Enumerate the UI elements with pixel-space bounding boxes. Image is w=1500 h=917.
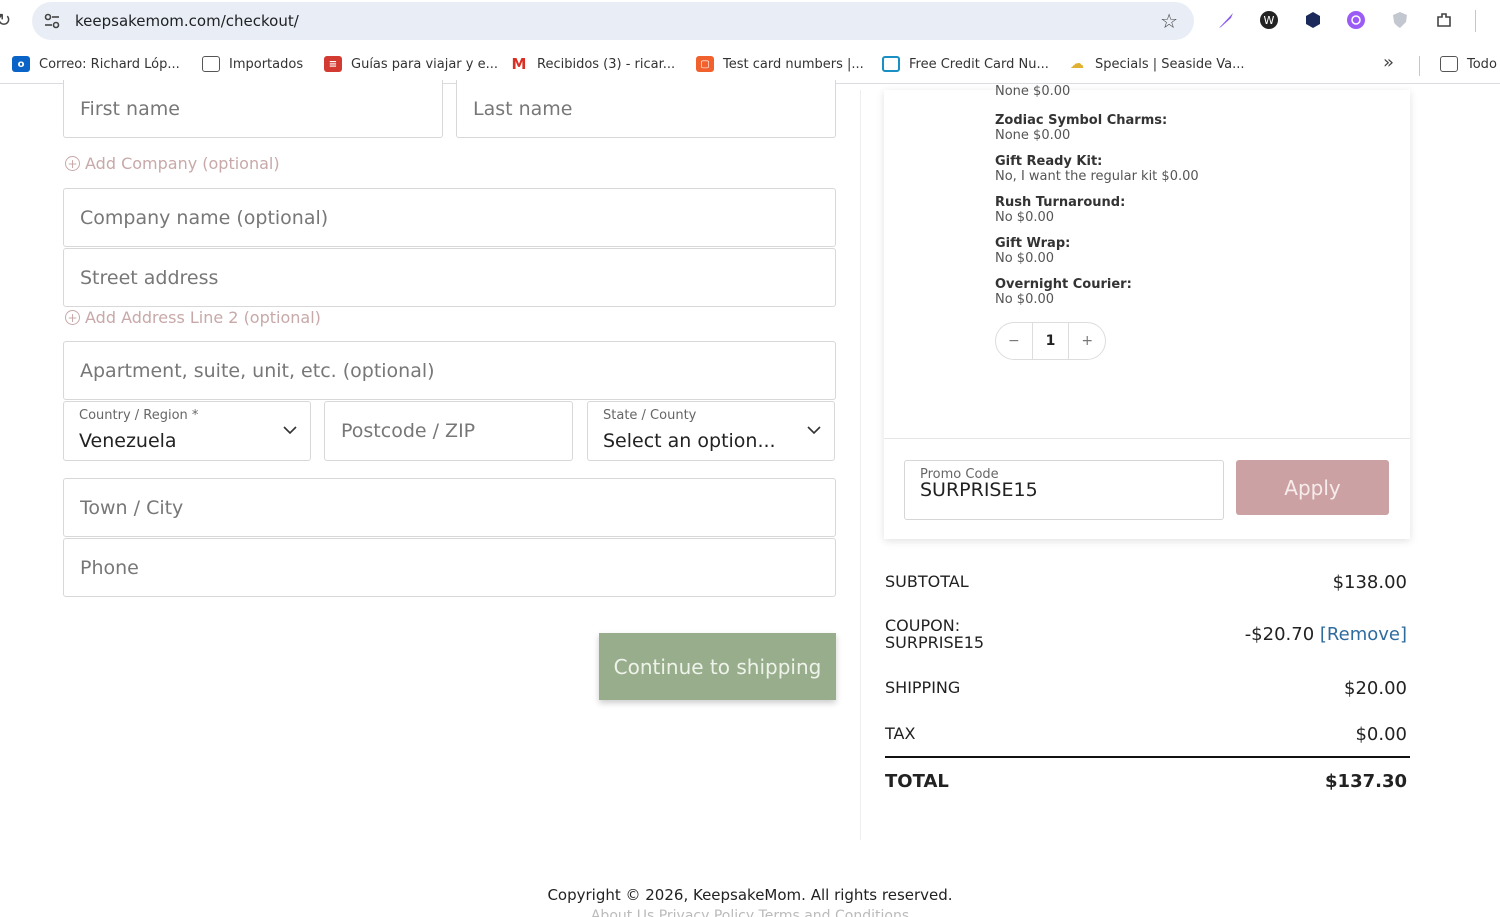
reload-icon[interactable]: ↻ xyxy=(0,10,11,31)
last-name-field[interactable] xyxy=(456,80,836,138)
total-label: TOTAL xyxy=(885,771,949,792)
coupon-amount: -$20.70 xyxy=(1244,624,1315,645)
shipping-amount: $20.00 xyxy=(1344,678,1407,699)
site-info-icon[interactable] xyxy=(42,11,62,31)
quantity-increase-button[interactable]: + xyxy=(1069,323,1105,359)
bookmark-gmail[interactable]: M Recibidos (3) - ricar... xyxy=(510,55,676,73)
bookmarks-separator xyxy=(1419,56,1420,76)
cut-option-line: None $0.00 xyxy=(995,84,1071,97)
country-select[interactable]: Country / Region * Venezuela xyxy=(63,401,311,461)
address-bar[interactable]: keepsakemom.com/checkout/ ☆ xyxy=(32,2,1194,40)
option-gift-ready-kit: Gift Ready Kit: No, I want the regular k… xyxy=(995,154,1199,184)
quantity-stepper: − 1 + xyxy=(995,322,1106,360)
purple-extension-icon[interactable] xyxy=(1346,10,1366,30)
quantity-value[interactable]: 1 xyxy=(1031,323,1070,359)
svg-text:W: W xyxy=(1264,14,1275,27)
postcode-input[interactable] xyxy=(325,402,572,460)
company-input[interactable] xyxy=(64,189,835,246)
bookmark-guias[interactable]: ≡ Guías para viajar y e... xyxy=(324,56,498,72)
first-name-field[interactable] xyxy=(63,80,443,138)
last-name-input[interactable] xyxy=(457,80,835,137)
option-gift-wrap: Gift Wrap: No $0.00 xyxy=(995,236,1071,266)
folder-icon xyxy=(1440,56,1458,72)
bookmark-free-credit-card[interactable]: Free Credit Card Nu... xyxy=(882,56,1049,72)
promo-code-field[interactable]: Promo Code SURPRISE15 xyxy=(904,460,1224,520)
folder-icon xyxy=(202,56,220,72)
country-value: Venezuela xyxy=(79,430,177,452)
shield-extension-icon[interactable] xyxy=(1390,10,1410,30)
coupon-amount-group: -$20.70 [Remove] xyxy=(1245,624,1407,651)
toolbar-separator xyxy=(1475,10,1476,32)
promo-code-value[interactable]: SURPRISE15 xyxy=(920,479,1038,501)
order-summary-card: None $0.00 Zodiac Symbol Charms: None $0… xyxy=(884,84,1410,539)
subtotal-amount: $138.00 xyxy=(1332,572,1407,593)
state-select[interactable]: State / County Select an option... xyxy=(587,401,835,461)
coupon-row: COUPON: SURPRISE15 -$20.70 [Remove] xyxy=(885,617,1407,651)
street-field[interactable] xyxy=(63,248,836,307)
wordpress-extension-icon[interactable]: W xyxy=(1259,10,1279,30)
card-icon: ▢ xyxy=(696,56,714,72)
country-label: Country / Region * xyxy=(79,408,199,423)
chevron-down-icon xyxy=(283,426,297,435)
option-overnight-courier: Overnight Courier: No $0.00 xyxy=(995,277,1132,307)
bookmarks-overflow-icon[interactable]: » xyxy=(1383,52,1394,73)
subtotal-row: SUBTOTAL $138.00 xyxy=(885,572,1407,593)
quantity-decrease-button[interactable]: − xyxy=(996,323,1032,359)
guide-icon: ≡ xyxy=(324,56,342,72)
total-amount: $137.30 xyxy=(1325,771,1407,792)
bookmark-importados[interactable]: Importados xyxy=(202,56,303,72)
bookmark-star-icon[interactable]: ☆ xyxy=(1160,9,1178,33)
tax-amount: $0.00 xyxy=(1355,724,1407,745)
company-field[interactable] xyxy=(63,188,836,247)
bookmark-specials[interactable]: ☁ Specials | Seaside Va... xyxy=(1068,56,1245,72)
phone-input[interactable] xyxy=(64,539,835,596)
column-divider xyxy=(860,90,861,840)
postcode-field[interactable] xyxy=(324,401,573,461)
state-value: Select an option... xyxy=(603,430,776,452)
tax-label: TAX xyxy=(885,724,916,743)
street-input[interactable] xyxy=(64,249,835,306)
gmail-icon: M xyxy=(511,55,527,73)
quill-extension-icon[interactable] xyxy=(1216,10,1236,30)
url-text[interactable]: keepsakemom.com/checkout/ xyxy=(75,12,299,30)
town-input[interactable] xyxy=(64,479,835,536)
bookmarks-bar: o Correo: Richard Lóp... Importados ≡ Gu… xyxy=(0,46,1500,84)
footer-links[interactable]: About Us Privacy Policy Terms and Condit… xyxy=(0,908,1500,917)
apply-promo-button[interactable]: Apply xyxy=(1236,460,1389,515)
browser-toolbar: ↻ keepsakemom.com/checkout/ ☆ W xyxy=(0,0,1500,42)
subtotal-label: SUBTOTAL xyxy=(885,572,969,591)
option-zodiac: Zodiac Symbol Charms: None $0.00 xyxy=(995,113,1168,143)
shipping-row: SHIPPING $20.00 xyxy=(885,678,1407,699)
coupon-label: COUPON: SURPRISE15 xyxy=(885,616,985,652)
plus-circle-icon: + xyxy=(65,156,80,171)
bookmark-test-card[interactable]: ▢ Test card numbers |... xyxy=(696,56,864,72)
shipping-label: SHIPPING xyxy=(885,678,961,697)
add-address-line2-link[interactable]: + Add Address Line 2 (optional) xyxy=(65,308,321,327)
seaside-icon: ☁ xyxy=(1070,56,1084,72)
apartment-input[interactable] xyxy=(64,342,835,399)
tax-row: TAX $0.00 xyxy=(885,724,1407,745)
bookmark-outlook[interactable]: o Correo: Richard Lóp... xyxy=(12,56,180,72)
first-name-input[interactable] xyxy=(64,80,442,137)
phone-field[interactable] xyxy=(63,538,836,597)
hexagon-extension-icon[interactable] xyxy=(1303,10,1323,30)
apartment-field[interactable] xyxy=(63,341,836,400)
option-rush-turnaround: Rush Turnaround: No $0.00 xyxy=(995,195,1126,225)
card-divider xyxy=(884,438,1410,439)
credit-card-icon xyxy=(882,56,900,72)
remove-coupon-link[interactable]: [Remove] xyxy=(1320,624,1407,645)
chevron-down-icon xyxy=(807,426,821,435)
plus-circle-icon: + xyxy=(65,310,80,325)
continue-to-shipping-button[interactable]: Continue to shipping xyxy=(599,633,836,700)
town-field[interactable] xyxy=(63,478,836,537)
bookmark-todo[interactable]: Todo xyxy=(1440,56,1497,72)
state-label: State / County xyxy=(603,408,697,423)
outlook-icon: o xyxy=(12,56,30,72)
add-company-link[interactable]: + Add Company (optional) xyxy=(65,154,280,173)
total-divider xyxy=(885,756,1410,758)
footer-copyright: Copyright © 2026, KeepsakeMom. All right… xyxy=(547,886,953,904)
total-row: TOTAL $137.30 xyxy=(885,771,1407,792)
puzzle-extensions-icon[interactable] xyxy=(1434,10,1454,30)
